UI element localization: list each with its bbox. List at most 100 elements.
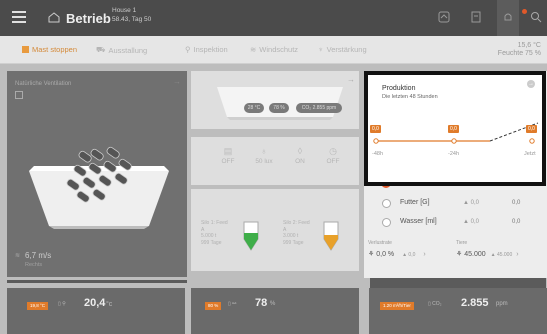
ventilation-rate-tag: 1.20 m³/h/Tier [380,302,414,310]
silo1-name: Silo 1: Feed [201,220,228,226]
amplify-icon: ♆ [318,45,324,54]
loss-value-group[interactable]: ⚘ 0,0 % ▲ 0,0 › [368,250,426,258]
search-icon[interactable] [530,11,542,23]
value-tag-start: 0,0 [370,125,381,133]
timer-status: OFF [326,158,340,165]
wind-speed: 6,7 m/s [25,251,52,260]
tick-start: -48h [372,151,384,157]
house-info[interactable]: House 1 58.43, Tag 50 [112,6,151,24]
chart-point-mid [451,138,457,144]
loss-trend: ▲ 0,0 [402,252,416,258]
feeder-status: OFF [221,158,235,165]
humidity-target-tag: 80 % [205,302,222,310]
animals-label: Tiere [456,240,468,246]
depopulation-button[interactable]: ⛟ Ausstallung [96,45,147,55]
arrow-icon[interactable]: → [173,77,181,86]
inlet-icon [15,91,23,99]
light-status: 50 lux [255,158,273,165]
house-name: House 1 [112,7,137,14]
clock-icon: ◷ [329,146,337,156]
temperature-card[interactable] [7,288,185,334]
outside-temp: 15,6 °C [517,42,541,49]
loss-value: 0,0 % [376,251,395,258]
document-icon[interactable] [470,11,482,23]
silo2-name: Silo 2: Feed [283,220,310,226]
value-tag-end: 0,0 [526,125,537,133]
percent-unit: % [270,301,276,307]
house-graphic [217,87,343,120]
water-label: Wasser [ml] [400,218,437,225]
water-radio[interactable] [382,218,391,227]
humidity-card[interactable] [191,288,359,334]
feed-trend: ▲ 0,0 [463,200,479,206]
animals-trend: ▲ 45.000 [490,252,513,258]
feed-value: 0,0 [512,200,521,206]
temp-unit-icon: °c [106,301,113,308]
truck-icon: ⛟ [96,45,106,54]
panel-scroll-indicator [7,280,187,283]
temperature-value: 20,4 [84,297,106,309]
chart-point-end [529,138,535,144]
windbreak-button[interactable]: ≋ Windschutz [250,45,298,54]
home-icon[interactable] [438,11,450,23]
bell-icon [504,13,512,21]
inspection-button[interactable]: ⚲ Inspektion [185,45,228,54]
silo1-icon [243,221,259,251]
pill-co2: CO₂ 2.855 ppm [296,103,342,113]
co2-icon: ▯ CO₂ [428,301,442,307]
panel-footer [370,278,546,288]
thermometer-icon: ▯ ⚲ [58,301,66,307]
feeder-icon: ▤ [223,146,233,156]
ventilation-label: Natürliche Ventilation [15,81,72,87]
wind-icon: ≋ [15,253,21,259]
production-title: Produktion [382,85,416,92]
stop-fattening-button[interactable]: Mast stoppen [22,45,77,54]
pill-temperature: 28 °C [244,103,264,113]
chicken-icon: ⚘ [456,251,465,258]
climate-panel[interactable]: → [191,71,359,129]
animals-value-group[interactable]: ⚘ 45.000 ▲ 45.000 › [456,250,519,258]
pill-humidity: 78 % [269,103,289,113]
tick-mid: -24h [448,151,460,157]
silo-panel[interactable]: Silo 1: Feed A 5.000 t 999 Tage Silo 2: … [191,189,359,271]
weather-readout: 15,6 °C Feuchte 75 % [498,42,541,58]
alarm-button[interactable] [497,0,519,36]
feed-radio[interactable] [382,199,391,208]
humidity-icon: ▯ ⚯ [228,301,237,307]
amplification-button[interactable]: ♆ Verstärkung [318,45,367,54]
water-trend: ▲ 0,0 [463,219,479,225]
co2-value: 2.855 [461,297,489,309]
arrow-icon[interactable]: → [347,75,355,84]
silo1-days: 999 Tage [201,239,222,246]
production-subtitle: Die letzten 48 Stunden [382,94,438,100]
pin-icon: ⚲ [185,45,191,54]
action-bar: Mast stoppen ⛟ Ausstallung ⚲ Inspektion ≋ W… [0,36,547,64]
production-card[interactable]: Produktion Die letzten 48 Stunden → 0,0 … [364,71,546,186]
wind-direction: Rechts [25,262,43,268]
silo1-info: Silo 1: Feed A 5.000 t 999 Tage [201,220,228,246]
value-tag-mid: 0,0 [448,125,459,133]
production-chart [373,122,539,144]
chevron-right-icon: › [423,251,426,258]
chart-point-start [373,138,379,144]
feed-label: Futter [G] [400,199,430,206]
stop-icon [22,46,29,53]
ppm-unit: ppm [496,301,508,307]
tick-end: Jetzt [524,151,536,157]
farm-icon [48,12,60,23]
co2-card[interactable] [369,288,547,334]
silo2-days: 999 Tage [283,239,304,246]
wind-icon: ≋ [250,45,257,54]
top-bar: Betrieb House 1 58.43, Tag 50 [0,0,547,36]
silo2-icon [323,221,339,251]
water-value: 0,0 [512,219,521,225]
loss-icon: ⚘ [368,251,377,258]
expand-icon[interactable]: → [527,80,535,88]
temp-target-tag: 19,8 °C [27,302,49,310]
chevron-right-icon: › [516,251,519,258]
menu-icon[interactable] [12,11,26,23]
ventilation-panel[interactable]: Natürliche Ventilation → ≋ 6,7 m/s Recht… [7,71,187,283]
loss-label: Verlustrate [368,240,392,246]
light-icon: ♁ [260,146,268,156]
animals-value: 45.000 [464,251,486,258]
